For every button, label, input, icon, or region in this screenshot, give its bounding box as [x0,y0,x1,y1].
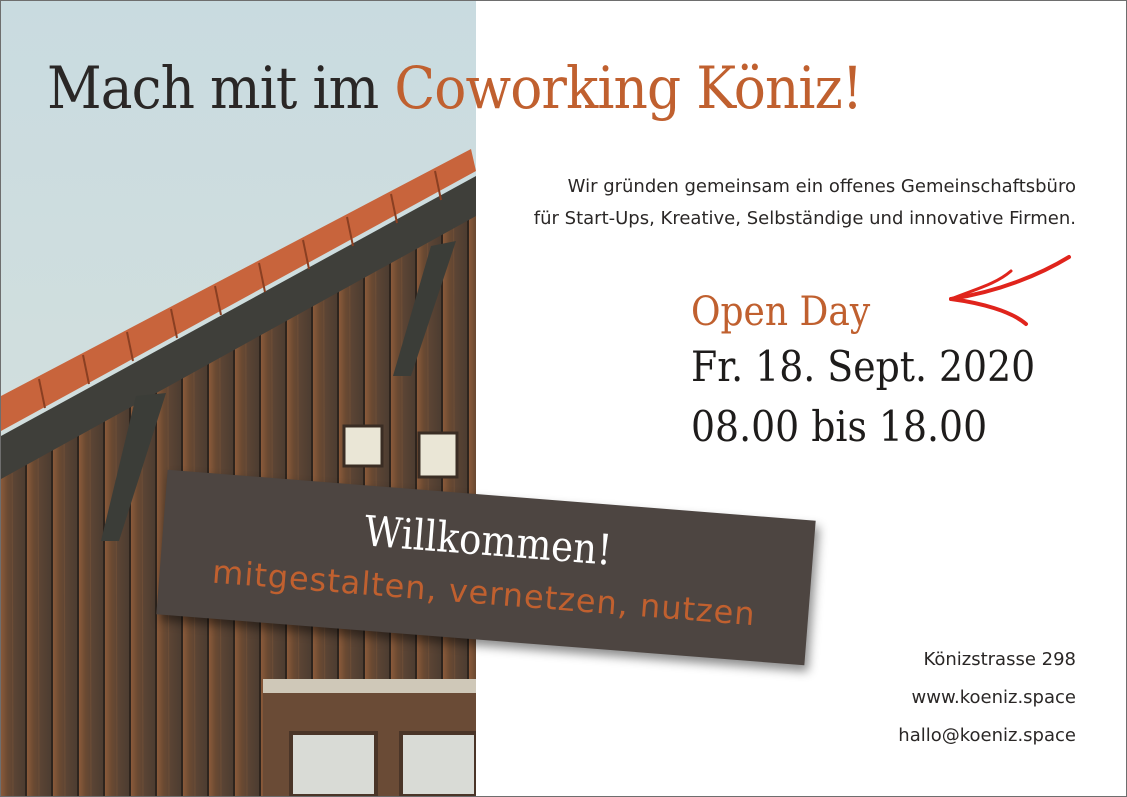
headline-part-1: Mach mit im [47,54,379,122]
event-info: Open Day Fr. 18. Sept. 2020 08.00 bis 18… [691,287,1073,457]
contact-address: Könizstrasse 298 [923,649,1076,670]
headline-part-2: Coworking Köniz! [394,54,863,122]
contact-email[interactable]: hallo@koeniz.space [898,717,1076,755]
intro-line-2: für Start-Ups, Kreative, Selbständige un… [533,208,1076,229]
contact-website[interactable]: www.koeniz.space [898,679,1077,717]
event-time: 08.00 bis 18.00 [691,402,988,451]
intro-line-1: Wir gründen gemeinsam ein offenes Gemein… [567,176,1076,197]
headline: Mach mit im Coworking Köniz! [47,59,863,117]
contact-info: Könizstrasse 298 www.koeniz.space hallo@… [898,641,1076,755]
open-day-label: Open Day [691,289,871,335]
intro-text: Wir gründen gemeinsam ein offenes Gemein… [456,171,1076,235]
event-date: Fr. 18. Sept. 2020 [691,342,1036,391]
flyer: Mach mit im Coworking Köniz! Wir gründen… [0,0,1127,797]
